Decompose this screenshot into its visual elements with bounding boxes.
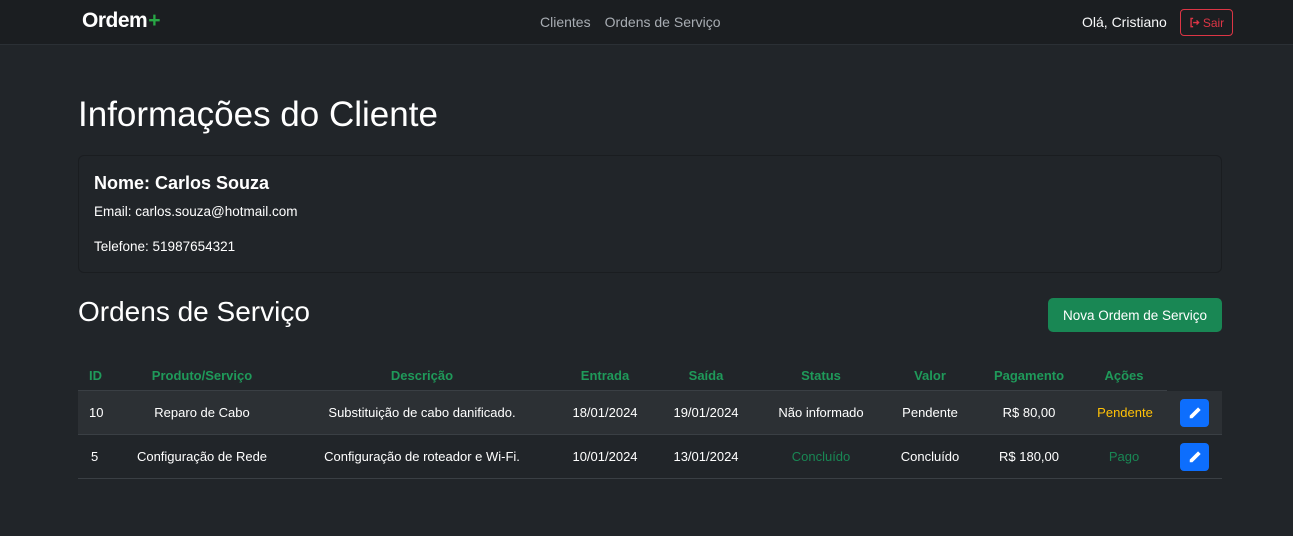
brand-text: Ordem [82, 9, 148, 32]
cell-status: Concluído [791, 449, 851, 464]
logout-label: Sair [1202, 15, 1225, 30]
header-description: Descrição [390, 368, 454, 383]
cell-status: Não informado [778, 405, 864, 420]
nav-link-clientes[interactable]: Clientes [540, 14, 591, 30]
cell-id: 5 [91, 449, 99, 464]
cell-payment-status: Pendente [1097, 405, 1153, 420]
header-value: Valor [914, 368, 946, 383]
client-info-card: Nome: Carlos Souza Email: carlos.souza@h… [78, 155, 1222, 273]
navbar: Ordem+ Clientes Ordens de Serviço Olá, C… [0, 0, 1293, 45]
cell-exit: 13/01/2024 [673, 449, 739, 464]
brand-logo[interactable]: Ordem+ [82, 9, 160, 33]
logout-button[interactable]: Sair [1180, 9, 1233, 36]
cell-entry: 18/01/2024 [572, 405, 638, 420]
cell-payment-status: Pago [1108, 449, 1140, 464]
header-entry: Entrada [580, 368, 630, 383]
orders-table: ID Produto/Serviço Descrição Entrada Saí… [78, 360, 1222, 479]
pencil-icon [1189, 407, 1201, 419]
brand-plus: + [148, 9, 160, 32]
header-product: Produto/Serviço [151, 368, 253, 383]
cell-payment: R$ 80,00 [1002, 405, 1056, 420]
header-actions: Ações [1104, 368, 1144, 383]
cell-payment: R$ 180,00 [999, 449, 1059, 464]
cell-value: Pendente [902, 405, 958, 420]
cell-description: Configuração de roteador e Wi-Fi. [324, 449, 520, 464]
page-title: Informações do Cliente [78, 95, 438, 134]
client-name: Nome: Carlos Souza [94, 173, 270, 193]
nav-link-ordens[interactable]: Ordens de Serviço [605, 14, 721, 30]
table-row: 5 Configuração de Rede Configuração de r… [78, 435, 1222, 479]
cell-product: Reparo de Cabo [154, 405, 250, 420]
edit-order-button[interactable] [1180, 399, 1209, 427]
client-phone: Telefone: 51987654321 [94, 239, 236, 254]
table-row: 10 Reparo de Cabo Substituição de cabo d… [78, 391, 1222, 435]
sign-out-icon [1190, 17, 1200, 28]
cell-value: Concluído [900, 449, 960, 464]
header-status: Status [801, 368, 841, 383]
cell-entry: 10/01/2024 [572, 449, 638, 464]
client-email: Email: carlos.souza@hotmail.com [94, 204, 298, 219]
header-id: ID [89, 368, 102, 383]
orders-section-title: Ordens de Serviço [78, 296, 310, 327]
user-greeting: Olá, Cristiano [1082, 14, 1167, 30]
cell-id: 10 [89, 405, 104, 420]
nav-links: Clientes Ordens de Serviço [540, 14, 721, 30]
cell-product: Configuração de Rede [136, 449, 268, 464]
header-payment: Pagamento [993, 368, 1065, 383]
cell-exit: 19/01/2024 [673, 405, 739, 420]
edit-order-button[interactable] [1180, 443, 1209, 471]
table-header: ID Produto/Serviço Descrição Entrada Saí… [78, 360, 1167, 391]
new-order-button[interactable]: Nova Ordem de Serviço [1048, 298, 1222, 332]
cell-description: Substituição de cabo danificado. [328, 405, 516, 420]
pencil-icon [1189, 451, 1201, 463]
header-exit: Saída [688, 368, 724, 383]
